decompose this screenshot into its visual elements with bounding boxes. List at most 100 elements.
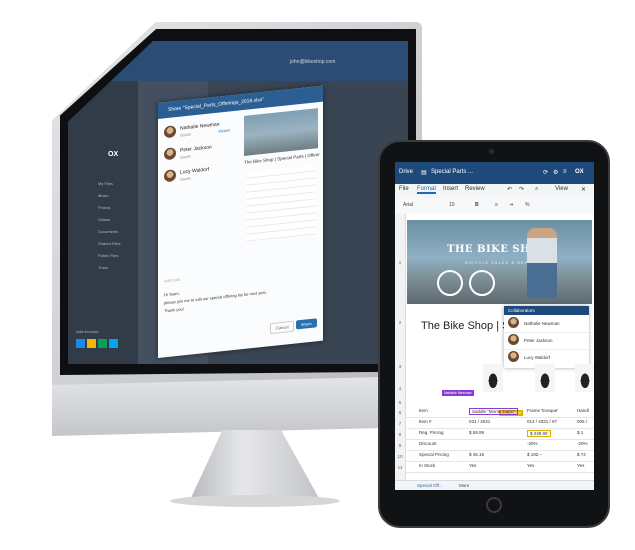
sidebar-item[interactable]: Shared Files: [98, 241, 120, 246]
table-cell[interactable]: -20%: [527, 441, 538, 446]
table-cell[interactable]: Yes: [577, 463, 584, 468]
box-icon[interactable]: [109, 339, 118, 348]
row-label: In Stock: [419, 463, 436, 468]
menu-icon[interactable]: ≡: [563, 169, 567, 175]
collaborator-name: Nathalie Newman: [524, 321, 560, 326]
imac-stand: [190, 430, 320, 500]
sheet-title: The Bike Shop | Sp: [421, 320, 516, 332]
row-number: 1: [398, 260, 402, 265]
row-number: 10: [397, 454, 403, 459]
tablet-topbar: Drive ▤ Special Parts ... ⟳ ⚙ ≡ OX: [395, 162, 594, 184]
bicycle-wheel: [469, 270, 495, 296]
message-placeholder[interactable]: Add note: [164, 277, 180, 284]
desktop-user-email[interactable]: john@bikeshop.com: [290, 59, 335, 65]
table-cell[interactable]: -20%: [577, 441, 588, 446]
table-row[interactable]: In Stock Yes Yes Yes: [405, 461, 594, 473]
row-number: 8: [398, 432, 402, 437]
table-cell[interactable]: $ 1: [577, 430, 583, 435]
add-account-label[interactable]: Add Account: [76, 329, 98, 334]
desktop-sidebar: My Files Music Photos Videos Documents S…: [68, 81, 138, 364]
sidebar-item[interactable]: Music: [98, 193, 108, 198]
collaborator-row[interactable]: Nathalie Newman: [504, 315, 589, 333]
avatar: [508, 317, 519, 328]
table-cell[interactable]: 031 / 4031: [469, 419, 490, 424]
sidebar-item[interactable]: Trash: [98, 265, 108, 270]
desktop-brand: OX: [108, 151, 119, 158]
collaborators-panel: Collaborators Nathalie Newman Peter Jack…: [504, 306, 589, 368]
person-role: Guest: [180, 131, 191, 138]
avatar: [164, 147, 176, 161]
table-cell[interactable]: $ 74: [577, 452, 586, 457]
table-cell[interactable]: 005 /: [577, 419, 587, 424]
close-icon[interactable]: ✕: [581, 186, 586, 193]
align-icon[interactable]: ≡: [495, 202, 498, 208]
onedrive-icon[interactable]: [98, 339, 107, 348]
sidebar-item[interactable]: Public Files: [98, 253, 118, 258]
redo-icon[interactable]: ↷: [519, 186, 524, 193]
row-label: Special Pricing: [419, 452, 449, 457]
table-cell[interactable]: $ 46.19: [469, 452, 484, 457]
drive-icon[interactable]: [87, 339, 96, 348]
row-label: Discount: [419, 441, 437, 446]
brand-logo: OX: [575, 169, 584, 175]
row-number: 7: [398, 421, 402, 426]
table-cell[interactable]: $ 59.99: [469, 430, 484, 435]
wrap-icon[interactable]: ⇥: [509, 202, 513, 208]
collaborator-row[interactable]: Peter Jackson: [504, 332, 589, 350]
message-line: Hi Team,: [164, 290, 180, 298]
table-cell[interactable]: $ 192.--: [527, 452, 543, 457]
settings-icon[interactable]: ⚙: [553, 169, 558, 176]
person-name: Lucy Waldorf: [180, 166, 209, 176]
table-cell[interactable]: Saddle "Monte Carlo": [469, 408, 518, 415]
table-cell[interactable]: Handl: [577, 408, 589, 413]
person-name: Peter Jackson: [180, 144, 212, 154]
app-drive-link[interactable]: Drive: [399, 169, 413, 175]
row-number: 5: [398, 400, 402, 405]
home-button[interactable]: [486, 497, 502, 513]
sheet-tab[interactable]: Special Off...: [417, 483, 443, 488]
table-cell[interactable]: $ 239.99: [527, 430, 551, 437]
sidebar-item[interactable]: Documents: [98, 229, 118, 234]
product-image: [575, 364, 594, 392]
imac-foot: [170, 495, 340, 507]
font-size-select[interactable]: 10: [449, 202, 455, 208]
refresh-icon[interactable]: ⟳: [543, 169, 548, 176]
preview-image: [244, 108, 318, 156]
tab-insert[interactable]: Insert: [443, 186, 458, 192]
document-title[interactable]: Special Parts ...: [431, 169, 473, 175]
table-cell[interactable]: Yes: [469, 463, 476, 468]
share-button[interactable]: Share: [296, 318, 317, 330]
sidebar-item[interactable]: Photos: [98, 205, 110, 210]
bold-button[interactable]: B: [475, 202, 479, 208]
collaborator-badge: Nathalie Newman: [442, 390, 474, 396]
tab-file[interactable]: File: [399, 186, 409, 192]
tab-format[interactable]: Format: [417, 186, 437, 194]
search-icon[interactable]: ⌕: [535, 186, 538, 193]
row-label: Item #: [419, 419, 432, 424]
font-select[interactable]: Arial: [403, 202, 413, 208]
tab-review[interactable]: Review: [465, 186, 485, 192]
row-number: 11: [397, 465, 403, 470]
sidebar-item[interactable]: Videos: [98, 217, 110, 222]
view-menu[interactable]: View: [555, 186, 568, 192]
avatar: [508, 334, 519, 345]
permission-dropdown[interactable]: Viewer: [218, 127, 230, 133]
camera: [489, 149, 494, 154]
dropbox-icon[interactable]: [76, 339, 85, 348]
more-menu[interactable]: More: [459, 483, 469, 488]
desktop-screen: john@bikeshop.com My Files Music Photos …: [68, 41, 408, 364]
share-dialog: Share "Special_Parts_Offerings_2016.xlsx…: [158, 85, 323, 358]
undo-icon[interactable]: ↶: [507, 186, 512, 193]
collaborator-name: Peter Jackson: [524, 338, 553, 343]
table-cell[interactable]: Yes: [527, 463, 534, 468]
row-number: 2: [398, 320, 402, 325]
row-label: Reg. Pricing: [419, 430, 444, 435]
sidebar-item[interactable]: My Files: [98, 181, 113, 186]
cancel-button[interactable]: Cancel: [270, 320, 295, 335]
table-cell[interactable]: Frame 'Eveque': [527, 408, 558, 413]
percent-button[interactable]: %: [525, 202, 529, 208]
document-icon: ▤: [421, 170, 427, 176]
imac-chin: [52, 376, 422, 436]
table-cell[interactable]: 012 / 4031 / 97: [527, 419, 557, 424]
product-image: [483, 364, 503, 392]
